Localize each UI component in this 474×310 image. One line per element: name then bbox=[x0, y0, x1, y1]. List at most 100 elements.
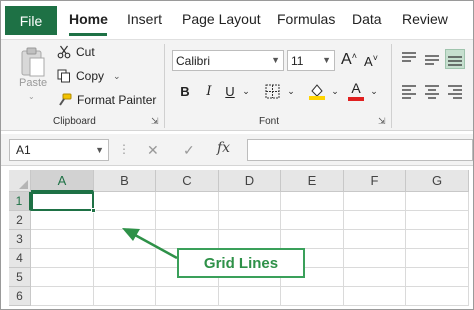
cell-g1[interactable] bbox=[406, 192, 469, 211]
tab-file[interactable]: File bbox=[5, 6, 57, 35]
cell-b6[interactable] bbox=[94, 287, 156, 306]
tab-home[interactable]: Home bbox=[69, 11, 108, 27]
cell-f5[interactable] bbox=[344, 268, 406, 287]
borders-button[interactable] bbox=[263, 82, 281, 100]
fill-handle[interactable] bbox=[91, 208, 96, 213]
font-name-select[interactable]: Calibri ▼ bbox=[172, 50, 284, 71]
cell-b4[interactable] bbox=[94, 249, 156, 268]
align-left-button[interactable] bbox=[399, 82, 419, 102]
font-color-button[interactable]: A bbox=[347, 80, 365, 102]
cancel-icon[interactable]: ✕ bbox=[147, 142, 159, 159]
column-header-f[interactable]: F bbox=[344, 170, 406, 192]
cell-f1[interactable] bbox=[344, 192, 406, 211]
cell-c6[interactable] bbox=[156, 287, 219, 306]
top-align-icon bbox=[402, 52, 416, 62]
bold-button[interactable]: B bbox=[178, 82, 192, 100]
enter-check-icon[interactable]: ✓ bbox=[183, 142, 195, 159]
cell-e3[interactable] bbox=[281, 230, 344, 249]
cell-g4[interactable] bbox=[406, 249, 469, 268]
formula-input[interactable] bbox=[247, 139, 473, 161]
cell-d2[interactable] bbox=[219, 211, 281, 230]
caret-down-icon: ˅ bbox=[372, 53, 378, 63]
paste-dropdown-icon[interactable]: ⌄ bbox=[28, 92, 35, 101]
cell-g2[interactable] bbox=[406, 211, 469, 230]
cell-d3[interactable] bbox=[219, 230, 281, 249]
bottom-align-button[interactable] bbox=[445, 49, 465, 69]
cell-d6[interactable] bbox=[219, 287, 281, 306]
paste-icon[interactable] bbox=[19, 46, 47, 80]
shrink-font-button[interactable]: A ˅ bbox=[363, 53, 379, 69]
align-right-button[interactable] bbox=[445, 82, 465, 102]
middle-align-button[interactable] bbox=[422, 49, 442, 69]
top-align-button[interactable] bbox=[399, 49, 419, 69]
cell-g3[interactable] bbox=[406, 230, 469, 249]
tab-data[interactable]: Data bbox=[352, 11, 382, 27]
active-cell-a1[interactable] bbox=[31, 192, 94, 211]
italic-button[interactable]: I bbox=[202, 82, 216, 100]
column-header-g[interactable]: G bbox=[406, 170, 469, 192]
underline-button[interactable]: U bbox=[223, 82, 237, 100]
cell-c3[interactable] bbox=[156, 230, 219, 249]
row-header-5[interactable]: 5 bbox=[9, 268, 31, 287]
row-header-3[interactable]: 3 bbox=[9, 230, 31, 249]
more-options-icon[interactable]: ⋮ bbox=[118, 142, 130, 156]
cell-e1[interactable] bbox=[281, 192, 344, 211]
ribbon-tab-bar: File Home Insert Page Layout Formulas Da… bbox=[1, 1, 473, 39]
column-header-e[interactable]: E bbox=[281, 170, 344, 192]
cell-b2[interactable] bbox=[94, 211, 156, 230]
format-painter-button[interactable]: Format Painter bbox=[57, 91, 156, 109]
tab-page-layout[interactable]: Page Layout bbox=[182, 11, 261, 27]
align-center-button[interactable] bbox=[422, 82, 442, 102]
cell-a4[interactable] bbox=[31, 249, 94, 268]
copy-dropdown-icon[interactable]: ⌄ bbox=[113, 71, 121, 82]
tab-formulas[interactable]: Formulas bbox=[277, 11, 335, 27]
cell-e2[interactable] bbox=[281, 211, 344, 230]
cell-c2[interactable] bbox=[156, 211, 219, 230]
cell-a3[interactable] bbox=[31, 230, 94, 249]
tab-insert[interactable]: Insert bbox=[127, 11, 162, 27]
column-header-b[interactable]: B bbox=[94, 170, 156, 192]
insert-function-icon[interactable]: fx bbox=[217, 140, 230, 156]
fill-color-button[interactable] bbox=[307, 81, 327, 101]
cell-b3[interactable] bbox=[94, 230, 156, 249]
cell-d1[interactable] bbox=[219, 192, 281, 211]
cell-f3[interactable] bbox=[344, 230, 406, 249]
cell-a2[interactable] bbox=[31, 211, 94, 230]
cell-f2[interactable] bbox=[344, 211, 406, 230]
fill-color-dropdown-icon[interactable]: ⌄ bbox=[330, 82, 340, 100]
paste-button-label[interactable]: Paste bbox=[19, 77, 47, 89]
cell-c1[interactable] bbox=[156, 192, 219, 211]
font-size-select[interactable]: 11 ▼ bbox=[287, 50, 335, 71]
cell-b1[interactable] bbox=[94, 192, 156, 211]
grow-font-button[interactable]: A ˄ bbox=[340, 51, 358, 69]
select-all-button[interactable] bbox=[9, 170, 31, 192]
copy-button[interactable]: Copy ⌄ bbox=[57, 67, 121, 85]
middle-align-icon bbox=[425, 55, 439, 65]
cell-g6[interactable] bbox=[406, 287, 469, 306]
cell-a6[interactable] bbox=[31, 287, 94, 306]
select-all-icon bbox=[19, 180, 28, 189]
formula-bar: A1 ▼ ⋮ ✕ ✓ fx bbox=[1, 134, 473, 166]
clipboard-dialog-launcher-icon[interactable]: ⇲ bbox=[151, 116, 159, 127]
row-header-2[interactable]: 2 bbox=[9, 211, 31, 230]
font-color-dropdown-icon[interactable]: ⌄ bbox=[369, 82, 379, 100]
tab-review[interactable]: Review bbox=[402, 11, 448, 27]
column-header-a[interactable]: A bbox=[31, 170, 94, 192]
cell-e6[interactable] bbox=[281, 287, 344, 306]
borders-dropdown-icon[interactable]: ⌄ bbox=[286, 82, 296, 100]
name-box[interactable]: A1 ▼ bbox=[9, 139, 109, 161]
cell-b5[interactable] bbox=[94, 268, 156, 287]
cell-f6[interactable] bbox=[344, 287, 406, 306]
column-header-c[interactable]: C bbox=[156, 170, 219, 192]
row-header-6[interactable]: 6 bbox=[9, 287, 31, 306]
column-header-d[interactable]: D bbox=[219, 170, 281, 192]
cut-button[interactable]: Cut bbox=[57, 43, 95, 61]
cell-g5[interactable] bbox=[406, 268, 469, 287]
row-header-4[interactable]: 4 bbox=[9, 249, 31, 268]
chevron-down-icon: ▼ bbox=[271, 55, 280, 65]
underline-dropdown-icon[interactable]: ⌄ bbox=[241, 82, 251, 100]
cell-f4[interactable] bbox=[344, 249, 406, 268]
row-header-1[interactable]: 1 bbox=[9, 192, 31, 211]
font-dialog-launcher-icon[interactable]: ⇲ bbox=[378, 116, 386, 127]
cell-a5[interactable] bbox=[31, 268, 94, 287]
